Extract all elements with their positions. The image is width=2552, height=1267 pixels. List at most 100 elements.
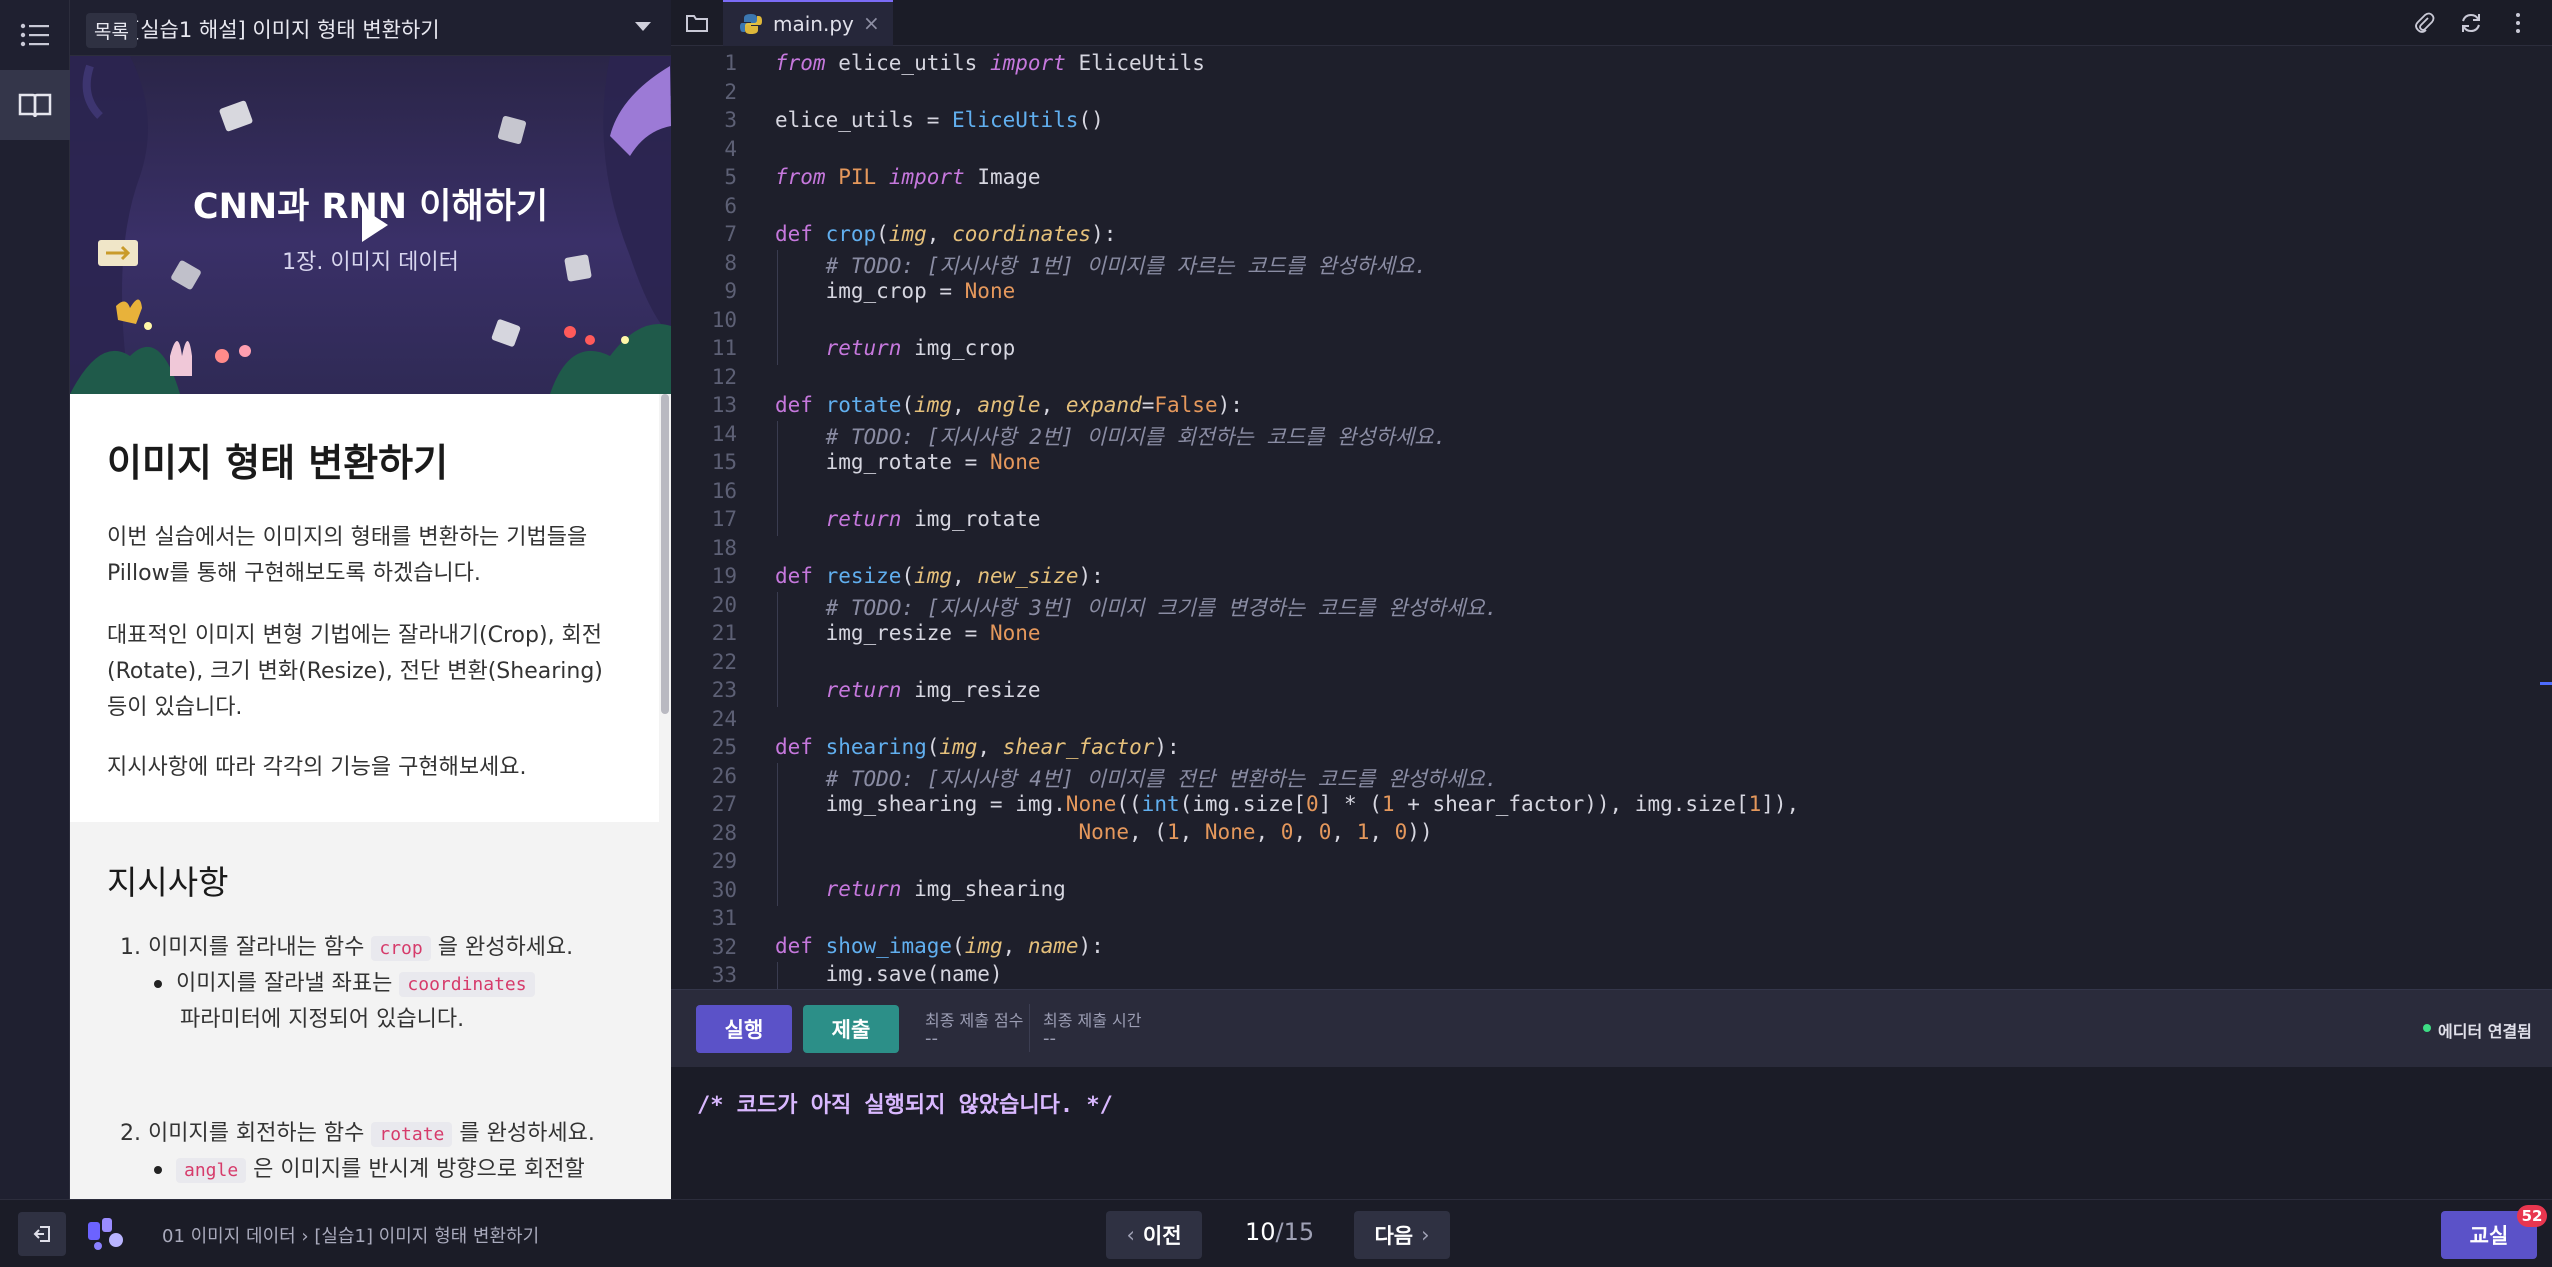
dropdown-caret-icon[interactable] <box>635 22 651 31</box>
code-editor[interactable]: 1 2 3 4 5 6 7 8 9 10 11 12 13 14 15 16 17 18 19 20 21 22 23 24 2… <box>671 46 2552 989</box>
list-tooltip: 목록 <box>86 13 137 48</box>
scroll-position-marker <box>2540 682 2552 685</box>
code-line: # TODO: [지시사항 1번] 이미지를 자르는 코드를 완성하세요. <box>825 254 1427 278</box>
line-number: 31 <box>711 906 737 930</box>
submit-button[interactable]: 제출 <box>803 1005 899 1053</box>
run-button[interactable]: 실행 <box>696 1005 792 1053</box>
line-number: 17 <box>711 507 737 531</box>
line-number: 16 <box>711 478 737 503</box>
prev-button[interactable]: ‹ 이전 <box>1106 1211 1202 1259</box>
line-number: 30 <box>711 877 737 902</box>
line-number: 24 <box>711 706 737 731</box>
bullet-icon <box>154 1166 162 1174</box>
run-toolbar: 실행 제출 최종 제출 점수 -- 최종 제출 시간 -- 에디터 연결됨 <box>671 989 2552 1067</box>
indent-guide <box>777 962 778 989</box>
instructions-section: 지시사항 1. 이미지를 잘라내는 함수 crop 을 완성하세요. 이미지를 … <box>70 822 671 1199</box>
code-line: from elice_utils import EliceUtils <box>775 51 1205 75</box>
content-scrollbar[interactable] <box>659 394 671 1199</box>
line-number: 28 <box>711 820 737 845</box>
line-number: 1 <box>724 51 737 75</box>
line-number: 18 <box>711 535 737 560</box>
next-button[interactable]: 다음 › <box>1354 1211 1450 1259</box>
page-total: /15 <box>1275 1218 1315 1246</box>
line-number: 15 <box>711 450 737 474</box>
editor-connection-status: 에디터 연결됨 <box>2438 1022 2532 1041</box>
code-line: return img_crop <box>825 336 1016 360</box>
instruction-text: 를 완성하세요. <box>452 1121 595 1146</box>
line-number: 19 <box>711 564 737 588</box>
line-number: 14 <box>711 421 737 446</box>
indent-guide <box>777 763 778 906</box>
code-line: return img_shearing <box>825 877 1066 901</box>
indent-guide <box>777 592 778 707</box>
more-options-icon[interactable] <box>2514 12 2522 34</box>
line-number: 25 <box>711 735 737 759</box>
code-line: img.save(name) <box>775 962 1003 986</box>
lesson-book-button[interactable] <box>0 70 70 140</box>
tab-label: main.py <box>773 12 854 36</box>
close-icon[interactable]: × <box>863 11 880 35</box>
left-rail <box>0 0 70 1199</box>
line-number: 10 <box>711 307 737 332</box>
code-line: def rotate(img, angle, expand=False): <box>775 393 1243 417</box>
lesson-content: 이미지 형태 변환하기 이번 실습에서는 이미지의 형태를 변환하는 기법들을 … <box>70 394 671 1199</box>
inline-code: coordinates <box>399 972 535 997</box>
line-number: 21 <box>711 621 737 645</box>
instruction-text: 2. 이미지를 회전하는 함수 <box>120 1121 372 1146</box>
breadcrumb[interactable]: 01 이미지 데이터 › [실습1] 이미지 형태 변환하기 <box>162 1222 539 1248</box>
submit-time-value: -- <box>1043 1028 1056 1049</box>
python-icon <box>740 14 762 34</box>
scrollbar-thumb[interactable] <box>661 394 669 714</box>
code-line: def shearing(img, shear_factor): <box>775 735 1180 759</box>
instruction-subitem: 이미지를 잘라낼 좌표는 coordinates <box>154 966 535 1003</box>
list-menu-button[interactable] <box>0 0 70 70</box>
tab-main-py[interactable]: main.py × <box>723 0 893 48</box>
chevron-right-icon: › <box>1421 1223 1430 1247</box>
instruction-text: 이미지를 잘라낼 좌표는 <box>176 971 400 996</box>
book-icon <box>18 93 52 118</box>
description-section: 이미지 형태 변환하기 이번 실습에서는 이미지의 형태를 변환하는 기법들을 … <box>70 394 671 822</box>
inline-code: rotate <box>371 1122 453 1147</box>
line-number: 22 <box>711 649 737 674</box>
code-line: # TODO: [지시사항 3번] 이미지 크기를 변경하는 코드를 완성하세요… <box>825 596 1498 620</box>
description-paragraph-1: 이번 실습에서는 이미지의 형태를 변환하는 기법들을 Pillow를 통해 구… <box>107 525 588 586</box>
instruction-subitem-cont: 파라미터에 지정되어 있습니다. <box>180 1007 465 1032</box>
line-number: 33 <box>711 963 737 987</box>
line-number: 20 <box>711 592 737 617</box>
code-line: def crop(img, coordinates): <box>775 222 1117 246</box>
play-icon[interactable] <box>362 208 388 242</box>
submit-time-label: 최종 제출 시간 <box>1043 1011 1142 1030</box>
description-paragraph-3: 지시사항에 따라 각각의 기능을 구현해보세요. <box>107 755 527 780</box>
line-number: 29 <box>711 849 737 873</box>
editor-tabbar: main.py × <box>671 0 2552 48</box>
next-label: 다음 <box>1374 1224 1414 1248</box>
code-line: img_shearing = img.None((int(img.size[0]… <box>775 792 1800 816</box>
elice-logo-icon <box>88 1218 123 1250</box>
instruction-text: 은 이미지를 반시계 방향으로 회전할 <box>246 1157 585 1182</box>
lesson-selector[interactable]: [실습1 해설] 이미지 형태 변환하기 목록 <box>70 0 671 56</box>
lesson-title: [실습1 해설] 이미지 형태 변환하기 <box>132 18 440 42</box>
code-line: img_resize = None <box>775 621 1041 645</box>
lesson-heading: 이미지 형태 변환하기 <box>107 441 449 485</box>
bullet-icon <box>154 980 162 988</box>
folder-icon[interactable] <box>685 13 709 33</box>
divider <box>1029 1004 1030 1052</box>
instruction-item: 2. 이미지를 회전하는 함수 rotate 를 완성하세요. <box>120 1116 595 1153</box>
line-number: 8 <box>724 250 737 275</box>
line-number: 13 <box>711 393 737 417</box>
code-line: img_crop = None <box>775 279 1016 303</box>
chevron-left-icon: ‹ <box>1126 1223 1135 1247</box>
status-dot-icon <box>2423 1024 2431 1032</box>
attachment-icon[interactable] <box>2413 12 2435 34</box>
exit-button[interactable] <box>18 1212 66 1256</box>
refresh-icon[interactable] <box>2459 11 2483 35</box>
prev-label: 이전 <box>1142 1224 1182 1248</box>
code-line: return img_resize <box>825 678 1041 702</box>
indent-guide <box>777 250 778 365</box>
page-current: 10 <box>1245 1218 1276 1246</box>
line-number: 2 <box>724 79 737 104</box>
code-line: def resize(img, new_size): <box>775 564 1104 588</box>
chapter-subtitle: 1장. 이미지 데이터 <box>282 250 459 275</box>
bottom-navigation: 01 이미지 데이터 › [실습1] 이미지 형태 변환하기 ‹ 이전 10/1… <box>0 1199 2552 1267</box>
course-banner[interactable]: CNN과 RNN 이해하기 1장. 이미지 데이터 <box>70 56 671 394</box>
